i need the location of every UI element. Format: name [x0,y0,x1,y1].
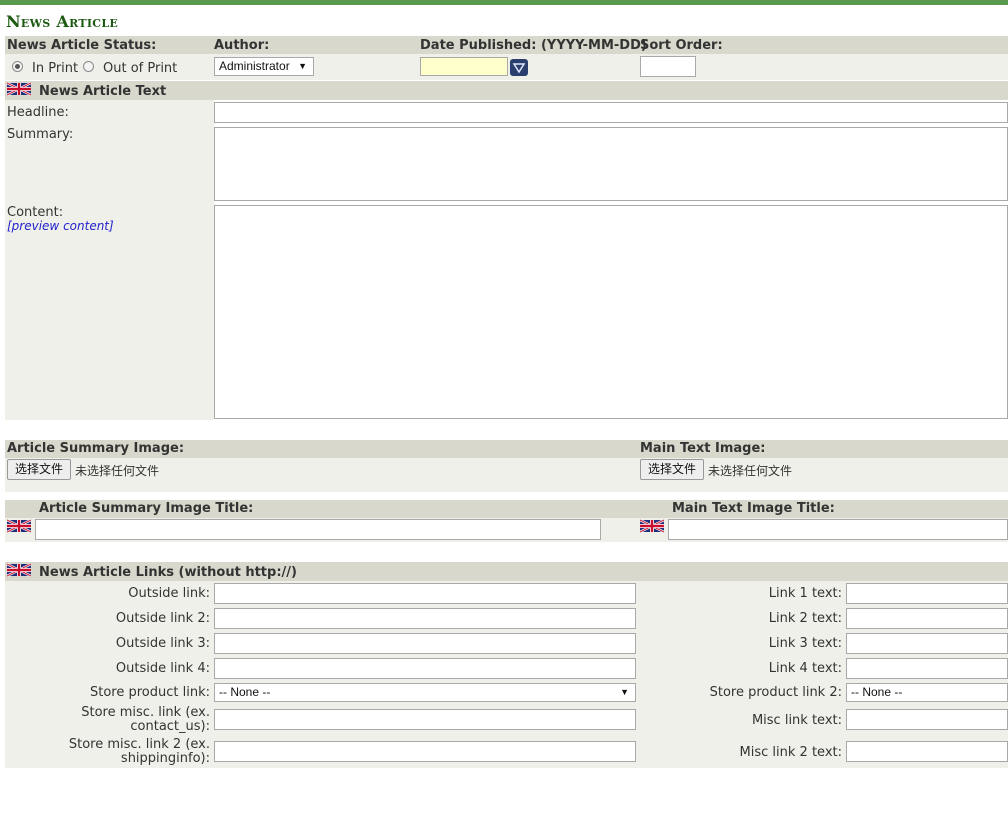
outside-link-4-label: Outside link 4: [115,661,210,676]
outside-link-input[interactable] [214,583,636,604]
sort-order-label: Sort Order: [640,38,723,53]
misc-link-2-text-input[interactable] [846,741,1008,762]
date-published-label: Date Published: (YYYY-MM-DD) [420,38,647,53]
page-title: News Article [6,12,119,31]
summary-image-title-input[interactable] [35,519,601,540]
outside-link-label: Outside link: [128,586,210,601]
headline-input[interactable] [214,102,1008,123]
article-text-labels-column [5,100,214,420]
link-4-text-input[interactable] [846,658,1008,679]
store-misc-link-input[interactable] [214,709,636,730]
status-out-of-print-radio[interactable] [83,61,94,72]
summary-image-label: Article Summary Image: [7,441,185,456]
author-select-value: Administrator [219,59,290,73]
uk-flag-icon [7,82,31,96]
top-accent-bar [0,0,1008,5]
link-2-text-input[interactable] [846,608,1008,629]
calendar-dropdown-icon[interactable] [510,59,528,76]
misc-link-text-input[interactable] [846,709,1008,730]
main-image-label: Main Text Image: [640,441,766,456]
main-image-no-file-text: 未选择任何文件 [708,464,793,478]
misc-link-text-label: Misc link text: [751,713,842,728]
summary-textarea[interactable] [214,127,1008,201]
store-product-link-value: -- None -- [219,685,271,699]
link-1-text-input[interactable] [846,583,1008,604]
uk-flag-icon [640,519,664,533]
author-select[interactable]: Administrator ▼ [214,57,314,76]
sort-order-input[interactable] [640,56,696,77]
store-product-link-2-value: -- None -- [851,685,903,699]
outside-link-4-input[interactable] [214,658,636,679]
store-product-link-2-label: Store product link 2: [709,685,842,700]
link-2-text-label: Link 2 text: [768,611,842,626]
link-4-text-label: Link 4 text: [768,661,842,676]
outside-link-3-input[interactable] [214,633,636,654]
uk-flag-icon [7,563,31,577]
chevron-down-icon: ▼ [298,61,307,71]
content-label: Content: [7,205,64,220]
store-product-link-2-select[interactable]: -- None -- [846,683,1008,702]
link-1-text-label: Link 1 text: [768,586,842,601]
misc-link-2-text-label: Misc link 2 text: [739,745,842,760]
store-product-link-select[interactable]: -- None -- ▼ [214,683,636,702]
summary-image-choose-file-button[interactable]: 选择文件 [7,459,71,480]
link-3-text-label: Link 3 text: [768,636,842,651]
main-image-title-label: Main Text Image Title: [672,501,835,516]
chevron-down-icon: ▼ [620,687,629,697]
main-image-choose-file-button[interactable]: 选择文件 [640,459,704,480]
store-misc-link-2-input[interactable] [214,741,636,762]
link-3-text-input[interactable] [846,633,1008,654]
article-text-section-label: News Article Text [39,84,167,99]
content-textarea[interactable] [214,205,1008,419]
main-image-title-input[interactable] [668,519,1008,540]
outside-link-2-label: Outside link 2: [115,611,210,626]
date-published-input[interactable] [420,57,508,76]
uk-flag-icon [7,519,31,533]
outside-link-3-label: Outside link 3: [115,636,210,651]
status-in-print-radio[interactable] [12,61,23,72]
store-product-link-label: Store product link: [90,685,210,700]
links-section-label: News Article Links (without http://) [39,565,297,580]
summary-label: Summary: [7,127,74,142]
store-misc-link-label: Store misc. link (ex. contact_us): [81,705,210,734]
status-label: News Article Status: [7,38,157,53]
author-label: Author: [214,38,270,53]
status-in-print-label: In Print [32,61,79,76]
summary-image-no-file-text: 未选择任何文件 [75,464,160,478]
status-out-of-print-label: Out of Print [103,61,178,76]
outside-link-2-input[interactable] [214,608,636,629]
summary-image-title-label: Article Summary Image Title: [39,501,254,516]
store-misc-link-2-label: Store misc. link 2 (ex. shippinginfo): [68,737,210,766]
preview-content-link[interactable]: [preview content] [7,219,114,233]
headline-label: Headline: [7,105,69,120]
